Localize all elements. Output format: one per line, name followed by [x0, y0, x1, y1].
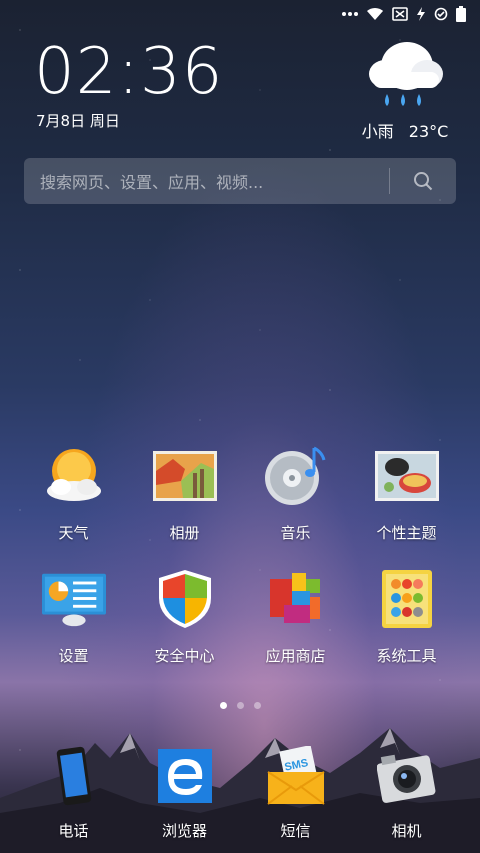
- battery-icon: [456, 6, 466, 22]
- page-dot-2[interactable]: [236, 702, 244, 709]
- app-label: 安全中心: [154, 647, 215, 665]
- app-music[interactable]: 音乐: [240, 444, 351, 543]
- weather-temperature: 23°C: [408, 122, 449, 141]
- app-label: 应用商店: [265, 647, 326, 665]
- dock-phone[interactable]: 电话: [18, 744, 129, 841]
- weather-condition: 小雨: [361, 122, 394, 141]
- dock-sms[interactable]: SMS 短信: [240, 744, 351, 841]
- wifi-icon: [366, 7, 384, 21]
- sync-icon: [434, 7, 448, 21]
- gallery-app-icon: [152, 444, 217, 508]
- dock: 电话 浏览器 SMS 短信 相机: [18, 744, 462, 841]
- camera-app-icon: [375, 744, 439, 808]
- app-label: 浏览器: [161, 822, 207, 840]
- app-gallery[interactable]: 相册: [129, 444, 240, 543]
- app-label: 系统工具: [376, 647, 437, 665]
- cloud-rain-icon: [360, 36, 450, 114]
- app-grid: 天气 相册 音乐 个性主题 设置 安全中心 应用商店 系统工具: [18, 444, 462, 666]
- app-system-tools[interactable]: 系统工具: [351, 567, 462, 666]
- search-input[interactable]: 搜索网页、设置、应用、视频...: [40, 169, 389, 193]
- app-label: 相册: [169, 524, 200, 542]
- page-dot-3[interactable]: [253, 702, 261, 709]
- page-indicator[interactable]: [0, 702, 480, 709]
- weather-widget[interactable]: 小雨 23°C: [360, 36, 450, 142]
- app-label: 短信: [280, 822, 311, 840]
- themes-app-icon: [374, 444, 439, 508]
- app-label: 音乐: [280, 524, 311, 542]
- phone-app-icon: [42, 744, 106, 808]
- app-label: 天气: [58, 524, 89, 542]
- app-label: 个性主题: [376, 524, 437, 542]
- search-icon[interactable]: [390, 171, 456, 191]
- browser-app-icon: [153, 744, 217, 808]
- clock-time[interactable]: 02:36: [34, 40, 223, 104]
- dock-camera[interactable]: 相机: [351, 744, 462, 841]
- system-tools-icon: [375, 567, 439, 631]
- app-label: 电话: [58, 822, 89, 840]
- app-label: 相机: [391, 822, 422, 840]
- app-store-icon: [264, 567, 328, 631]
- music-app-icon: [264, 444, 328, 508]
- app-store[interactable]: 应用商店: [240, 567, 351, 666]
- app-themes[interactable]: 个性主题: [351, 444, 462, 543]
- weather-app-icon: [42, 444, 106, 508]
- page-dot-1[interactable]: [219, 702, 227, 709]
- search-bar[interactable]: 搜索网页、设置、应用、视频...: [24, 158, 456, 204]
- app-weather[interactable]: 天气: [18, 444, 129, 543]
- sim-off-icon: [392, 7, 408, 21]
- dock-browser[interactable]: 浏览器: [129, 744, 240, 841]
- security-app-icon: [153, 567, 217, 631]
- status-bar: [0, 0, 480, 28]
- charging-icon: [416, 7, 426, 21]
- clock-date: 7月8日 周日: [36, 112, 120, 130]
- app-label: 设置: [58, 647, 89, 665]
- more-icon: [342, 11, 358, 17]
- sms-app-icon: SMS: [264, 744, 328, 808]
- settings-app-icon: [41, 567, 106, 631]
- app-settings[interactable]: 设置: [18, 567, 129, 666]
- app-security-center[interactable]: 安全中心: [129, 567, 240, 666]
